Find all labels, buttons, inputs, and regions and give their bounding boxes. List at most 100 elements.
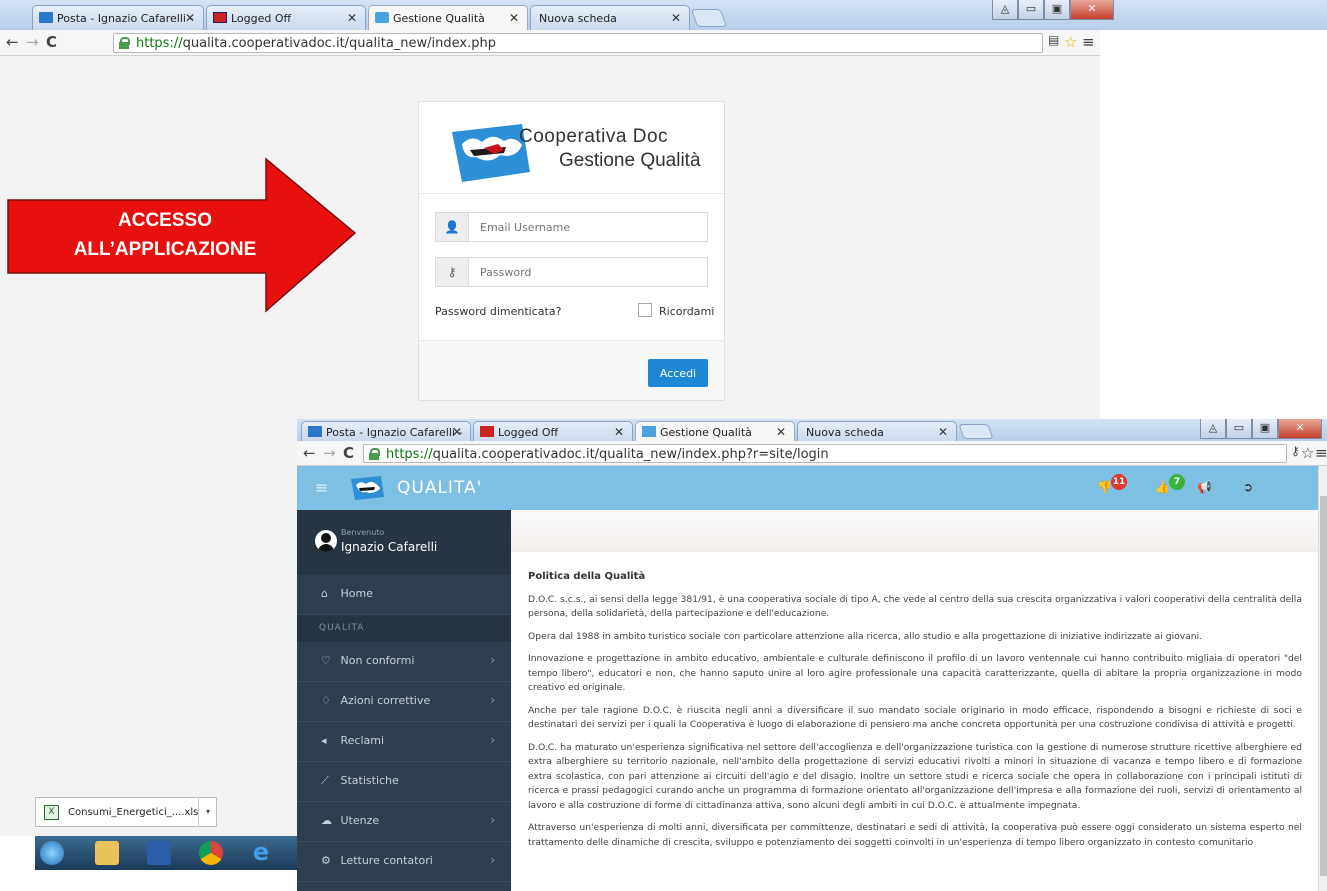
- tab-posta[interactable]: Posta - Ignazio Cafarelli - ✕: [301, 421, 471, 441]
- tab-gestione-qualita[interactable]: Gestione Qualità ✕: [368, 5, 528, 30]
- menu-icon[interactable]: ≡: [1082, 33, 1095, 51]
- tab-label: Nuova scheda: [806, 426, 884, 439]
- tab-posta[interactable]: Posta - Ignazio Cafarelli - ✕: [32, 5, 204, 30]
- windows-start-icon[interactable]: [40, 841, 64, 865]
- url-scheme: https://: [386, 447, 433, 462]
- back-icon[interactable]: ←: [303, 444, 316, 462]
- back-icon[interactable]: ←: [6, 33, 19, 51]
- sidebar-item-statistiche[interactable]: ⟋ Statistiche: [297, 762, 511, 802]
- download-dropdown-button[interactable]: ▾: [198, 797, 217, 827]
- scrollbar-thumb[interactable]: [1320, 496, 1327, 876]
- doc-logo-icon: [642, 426, 656, 437]
- forward-icon[interactable]: →: [323, 444, 336, 462]
- forward-icon[interactable]: →: [26, 33, 39, 51]
- reload-icon[interactable]: C: [46, 33, 57, 51]
- tab-label: Gestione Qualità: [660, 426, 752, 439]
- login-button[interactable]: Accedi: [648, 359, 708, 387]
- url-scheme: https://: [136, 36, 183, 51]
- new-tab-button[interactable]: [958, 424, 994, 439]
- star-icon[interactable]: ☆: [1301, 444, 1314, 462]
- mail-icon: [308, 426, 322, 437]
- maximize-icon[interactable]: ▣: [1044, 0, 1070, 20]
- sidebar-item-utenze[interactable]: ☁ Utenze ›: [297, 802, 511, 842]
- download-item[interactable]: X Consumi_Energetici_....xls: [35, 797, 217, 827]
- close-tab-icon[interactable]: ✕: [776, 425, 786, 439]
- sidebar-item-label: Azioni correttive: [340, 694, 431, 707]
- new-tab-button[interactable]: [690, 9, 728, 27]
- close-tab-icon[interactable]: ✕: [509, 11, 519, 25]
- remember-checkbox[interactable]: [638, 303, 652, 317]
- policy-paragraph: Attraverso un'esperienza di molti anni, …: [528, 822, 1302, 848]
- sidebar-item-label: Letture contatori: [340, 854, 433, 867]
- tab-label: Logged Off: [231, 12, 292, 25]
- profile-icon[interactable]: ◬: [1200, 419, 1226, 439]
- sidebar-item-azioni-correttive[interactable]: ♢ Azioni correttive ›: [297, 682, 511, 722]
- tab-gestione-qualita[interactable]: Gestione Qualità ✕: [635, 421, 795, 441]
- close-tab-icon[interactable]: ✕: [938, 425, 948, 439]
- megaphone-icon: ◂: [321, 734, 327, 747]
- tab-logged-off[interactable]: Logged Off ✕: [473, 421, 633, 441]
- policy-heading: Politica della Qualità: [528, 571, 646, 582]
- sidebar-item-home[interactable]: ⌂ Home: [297, 575, 511, 615]
- password-input[interactable]: [470, 258, 706, 286]
- reclami-button[interactable]: 📢: [1197, 480, 1223, 496]
- close-tab-icon[interactable]: ✕: [185, 11, 195, 25]
- close-window-icon[interactable]: ✕: [1070, 0, 1114, 20]
- star-icon[interactable]: ☆: [1064, 33, 1077, 51]
- tab-nuova-scheda[interactable]: Nuova scheda ✕: [530, 5, 690, 30]
- sidebar-section-qualita: QUALITA: [297, 615, 511, 642]
- policy-paragraph: Opera dal 1988 in ambito turistico socia…: [528, 630, 1203, 642]
- hamburger-icon[interactable]: ≡: [315, 478, 328, 497]
- tab-nuova-scheda[interactable]: Nuova scheda ✕: [797, 421, 957, 441]
- thumbs-up-icon: 👍: [1155, 480, 1170, 494]
- login-card: Cooperativa Doc Gestione Qualità 👤 ⚷ Pas…: [418, 101, 725, 401]
- user-panel: Benvenuto Ignazio Cafarelli: [297, 510, 511, 575]
- window-controls: ◬ ▭ ▣ ✕: [992, 0, 1114, 20]
- url-field[interactable]: https://qualita.cooperativadoc.it/qualit…: [113, 33, 1043, 53]
- sidebar-item-non-conformi[interactable]: ♡ Non conformi ›: [297, 642, 511, 682]
- key-icon: ⚷: [436, 258, 469, 286]
- content-header-band: [511, 510, 1318, 552]
- policy-paragraph: D.O.C. ha maturato un'esperienza signifi…: [528, 741, 1302, 811]
- annotation-label: ACCESSO ALL’APPLICAZIONE: [0, 206, 330, 264]
- thumbs-down-icon: ♡: [321, 654, 331, 667]
- tab-label: Gestione Qualità: [393, 12, 485, 25]
- azioni-notification[interactable]: 👍 7: [1155, 474, 1185, 496]
- file-explorer-icon[interactable]: [95, 841, 119, 865]
- minimize-icon[interactable]: ▭: [1226, 419, 1252, 439]
- chrome-icon[interactable]: [199, 841, 223, 865]
- brand-subtitle: Gestione Qualità: [559, 150, 701, 171]
- key-icon[interactable]: ⚷: [1291, 444, 1300, 458]
- home-icon: ⌂: [321, 587, 328, 600]
- close-tab-icon[interactable]: ✕: [671, 11, 681, 25]
- notification-badge: 11: [1111, 474, 1127, 490]
- close-tab-icon[interactable]: ✕: [452, 425, 462, 439]
- url-field[interactable]: https://qualita.cooperativadoc.it/qualit…: [363, 444, 1287, 463]
- email-input[interactable]: [470, 213, 706, 241]
- download-filename: Consumi_Energetici_....xls: [68, 807, 199, 818]
- policy-paragraph: Innovazione e progettazione in ambito ed…: [528, 653, 1302, 693]
- close-tab-icon[interactable]: ✕: [347, 11, 357, 25]
- menu-icon[interactable]: ≡: [1315, 444, 1327, 462]
- non-conformi-notification[interactable]: 👎 11: [1097, 474, 1127, 496]
- forgot-password-link[interactable]: Password dimenticata?: [435, 305, 561, 318]
- close-window-icon[interactable]: ✕: [1278, 419, 1322, 439]
- profile-icon[interactable]: ◬: [992, 0, 1018, 20]
- reload-icon[interactable]: C: [343, 444, 354, 462]
- vertical-scrollbar[interactable]: [1318, 466, 1327, 891]
- translate-icon[interactable]: ▤: [1048, 33, 1059, 47]
- internet-explorer-icon[interactable]: e: [249, 840, 273, 865]
- sidebar-item-label: Home: [340, 587, 373, 600]
- maximize-icon[interactable]: ▣: [1252, 419, 1278, 439]
- close-tab-icon[interactable]: ✕: [614, 425, 624, 439]
- logout-button[interactable]: ➲: [1243, 480, 1269, 496]
- tab-logged-off[interactable]: Logged Off ✕: [206, 5, 366, 30]
- sidebar-item-label: Reclami: [340, 734, 385, 747]
- notification-badge: 7: [1169, 474, 1185, 490]
- outlook-icon[interactable]: [147, 841, 171, 865]
- outer-tab-bar: Posta - Ignazio Cafarelli - ✕ Logged Off…: [0, 0, 1327, 30]
- sidebar-item-letture-contatori[interactable]: ⚙ Letture contatori ›: [297, 842, 511, 882]
- minimize-icon[interactable]: ▭: [1018, 0, 1044, 20]
- sidebar-item-reclami[interactable]: ◂ Reclami ›: [297, 722, 511, 762]
- app-logo-icon: [351, 476, 384, 500]
